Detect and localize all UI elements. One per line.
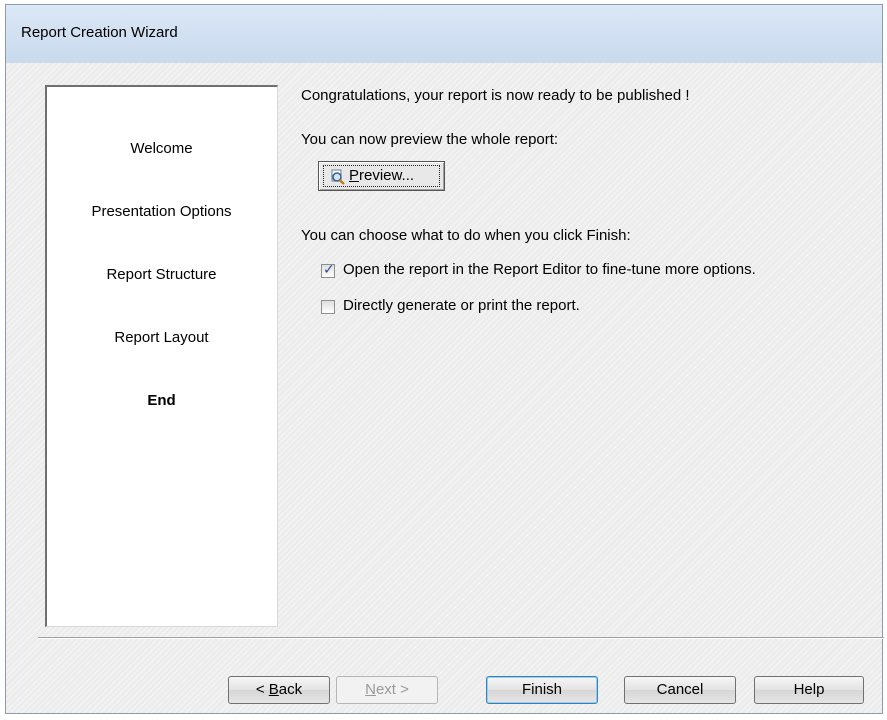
step-report-structure: Report Structure — [106, 266, 217, 283]
footer-divider — [38, 637, 884, 639]
cancel-button[interactable]: Cancel — [624, 676, 736, 704]
finish-button[interactable]: Finish — [486, 676, 598, 704]
preview-label: Preview... — [349, 167, 415, 184]
preview-prompt: You can now preview the whole report: — [301, 131, 559, 148]
wizard-content: Welcome Presentation Options Report Stru… — [6, 63, 884, 713]
title-bar[interactable]: Report Creation Wizard — [6, 5, 882, 64]
generate-print-label[interactable]: Directly generate or print the report. — [343, 297, 580, 314]
steps-panel: Welcome Presentation Options Report Stru… — [45, 85, 278, 627]
preview-button[interactable]: Preview... — [318, 161, 445, 191]
step-presentation-options: Presentation Options — [91, 203, 232, 220]
checkmark-icon: ✓ — [323, 262, 335, 278]
step-welcome: Welcome — [130, 140, 193, 157]
open-editor-label[interactable]: Open the report in the Report Editor to … — [343, 261, 756, 278]
finish-prompt: You can choose what to do when you click… — [301, 227, 631, 244]
back-button[interactable]: < Back — [228, 676, 330, 704]
help-button[interactable]: Help — [754, 676, 864, 704]
open-editor-checkbox[interactable]: ✓ — [321, 262, 335, 278]
step-end-current: End — [147, 392, 176, 409]
generate-print-checkbox[interactable] — [321, 300, 335, 314]
next-button[interactable]: Next > — [336, 676, 438, 704]
magnifier-document-icon — [331, 169, 345, 185]
step-report-layout: Report Layout — [114, 329, 209, 346]
window-title: Report Creation Wizard — [21, 24, 178, 41]
congrats-text: Congratulations, your report is now read… — [301, 87, 690, 104]
wizard-window: Report Creation Wizard Welcome Presentat… — [5, 4, 884, 714]
